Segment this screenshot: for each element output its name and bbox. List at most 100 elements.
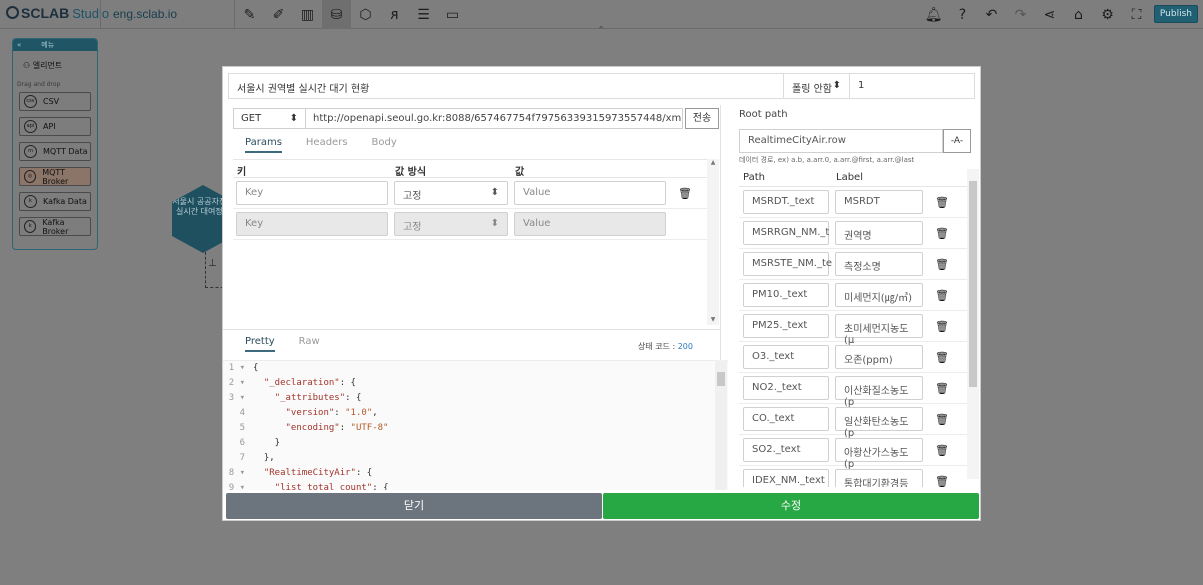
path-row: PM10._text 미세먼지(㎍/㎥) 🗑︎ <box>739 280 967 311</box>
palette-item-api[interactable]: api API <box>19 117 91 136</box>
palette-header: «메뉴 <box>13 39 97 51</box>
card-icon[interactable]: ▭ <box>438 0 467 29</box>
trash-icon[interactable]: 🗑︎ <box>935 351 949 364</box>
trash-icon[interactable]: 🗑︎ <box>935 258 949 271</box>
path-input[interactable]: MSRSTE_NM._te <box>743 252 832 276</box>
database-icon[interactable]: ⛁ <box>322 0 351 29</box>
map-icon[interactable]: ▥ <box>293 0 322 29</box>
param-key-input[interactable]: Key <box>236 212 388 236</box>
label-input[interactable]: 아황산가스농도(p <box>835 438 923 470</box>
scroll-up-icon[interactable]: ▲ <box>707 159 719 166</box>
select-arrow-icon: ⬍ <box>490 187 499 198</box>
modal-title-input[interactable]: 서울시 권역별 실시간 대기 현황 <box>229 74 783 98</box>
trash-icon[interactable]: 🗑︎ <box>935 320 949 333</box>
label-input[interactable]: 미세먼지(㎍/㎥) <box>835 283 923 307</box>
param-value-input[interactable]: Value <box>514 212 666 236</box>
col-value: 값 <box>515 167 525 178</box>
scroll-thumb[interactable] <box>717 372 725 386</box>
tab-body[interactable]: Body <box>372 137 397 153</box>
trash-icon[interactable]: 🗑︎ <box>678 187 692 200</box>
note-icon[interactable]: ✐ <box>264 0 293 29</box>
path-input[interactable]: IDEX_NM._text <box>743 469 829 487</box>
path-input[interactable]: MSRDT._text <box>743 190 829 214</box>
tab-params[interactable]: Params <box>245 137 282 153</box>
help-icon[interactable]: ? <box>948 0 977 29</box>
kafka-broker-icon: k <box>24 220 37 233</box>
params-scrollbar[interactable]: ▲ ▼ <box>707 159 719 325</box>
fullscreen-icon[interactable]: ⛶ <box>1122 0 1151 29</box>
path-input[interactable]: NO2._text <box>743 376 829 400</box>
trash-icon[interactable]: 🗑︎ <box>935 289 949 302</box>
trash-icon[interactable]: 🗑︎ <box>935 475 949 488</box>
redo-icon[interactable]: ↷ <box>1006 0 1035 29</box>
label-input[interactable]: 권역명 <box>835 221 923 245</box>
send-button[interactable]: 전송 <box>685 108 719 129</box>
modal-header: 서울시 권역별 실시간 대기 현황 폴링 안함 ⬍ 1 <box>228 73 975 99</box>
mqtt-icon: m <box>24 145 37 158</box>
path-row: NO2._text 이산화질소농도(p 🗑︎ <box>739 373 967 408</box>
method-select[interactable]: GET ⬍ <box>233 108 306 129</box>
label-input[interactable]: 초미세먼지농도(μ <box>835 314 923 346</box>
code-scrollbar[interactable] <box>715 360 727 490</box>
bell-icon[interactable]: 🔔︎ <box>919 0 948 29</box>
response-panel: Pretty Raw 상태 코드 : 200 1 ▾{ 2 ▾ "_declar… <box>223 329 728 490</box>
undo-icon[interactable]: ↶ <box>977 0 1006 29</box>
collapse-icon[interactable]: « <box>17 41 21 49</box>
label-input[interactable]: 측정소명 <box>835 252 923 276</box>
trash-icon[interactable]: 🗑︎ <box>935 196 949 209</box>
trash-icon[interactable]: 🗑︎ <box>935 227 949 240</box>
palette-item-mqtt-data[interactable]: m MQTT Data <box>19 142 91 161</box>
palette-item-mqtt-broker[interactable]: ◎ MQTT Broker <box>19 167 91 186</box>
palette-item-csv[interactable]: csv CSV <box>19 92 91 111</box>
trash-icon[interactable]: 🗑︎ <box>935 382 949 395</box>
scroll-down-icon[interactable]: ▼ <box>707 316 719 323</box>
path-input[interactable]: CO._text <box>743 407 829 431</box>
close-button[interactable]: 닫기 <box>226 493 602 519</box>
path-row: CO._text 일산화탄소농도(p 🗑︎ <box>739 404 967 439</box>
edit-button[interactable]: 수정 <box>603 493 979 519</box>
root-path-button[interactable]: -A- <box>943 129 971 153</box>
users-icon[interactable]: ᴙ <box>380 0 409 29</box>
tab-raw[interactable]: Raw <box>299 336 320 352</box>
url-input[interactable]: http://openapi.seoul.go.kr:8088/65746775… <box>306 108 683 129</box>
path-list-scrollbar[interactable] <box>967 169 979 479</box>
root-path-input[interactable]: RealtimeCityAir.row <box>739 129 943 153</box>
label-input[interactable]: 이산화질소농도(p <box>835 376 923 408</box>
path-input[interactable]: PM25._text <box>743 314 829 338</box>
edit-icon[interactable]: ✎ <box>235 0 264 29</box>
label-input[interactable]: 통합대기환경등급 <box>835 469 923 487</box>
api-icon: api <box>24 120 37 133</box>
share-icon[interactable]: ⋖ <box>1035 0 1064 29</box>
palette-item-kafka-broker[interactable]: k Kafka Broker <box>19 217 91 236</box>
palette-item-kafka-data[interactable]: k Kafka Data <box>19 192 91 211</box>
label-input[interactable]: MSRDT <box>835 190 923 214</box>
root-path-hint: 데이터 경로, ex) a.b, a.arr.0, a.arr.@first, … <box>739 156 915 164</box>
broker-icon: ◎ <box>24 170 37 183</box>
panel-toggle-handle[interactable]: ⌃ <box>570 26 632 34</box>
polling-value-input[interactable]: 1 <box>849 74 974 98</box>
path-input[interactable]: O3._text <box>743 345 829 369</box>
polling-select[interactable]: 폴링 안함 ⬍ <box>783 74 849 98</box>
label-input[interactable]: 일산화탄소농도(p <box>835 407 923 439</box>
param-mode-select[interactable]: 고정 ⬍ <box>394 181 508 205</box>
gear-icon[interactable]: ⚙ <box>1093 0 1122 29</box>
package-icon[interactable]: ⬡ <box>351 0 380 29</box>
list-icon[interactable]: ☰ <box>409 0 438 29</box>
publish-button[interactable]: Publish <box>1153 5 1198 23</box>
tab-pretty[interactable]: Pretty <box>245 336 275 352</box>
path-row: MSRSTE_NM._te 측정소명 🗑︎ <box>739 249 967 280</box>
param-value-input[interactable]: Value <box>514 181 666 205</box>
trash-icon[interactable]: 🗑︎ <box>935 413 949 426</box>
path-input[interactable]: SO2._text <box>743 438 829 462</box>
response-code-view[interactable]: 1 ▾{ 2 ▾ "_declaration": { 3 ▾ "_attribu… <box>223 360 728 490</box>
path-input[interactable]: MSRRGN_NM._t <box>743 221 829 245</box>
domain-label[interactable]: eng.sclab.io <box>100 0 235 29</box>
param-key-input[interactable]: Key <box>236 181 388 205</box>
unlock-icon[interactable]: ⌂ <box>1064 0 1093 29</box>
path-input[interactable]: PM10._text <box>743 283 829 307</box>
param-mode-select[interactable]: 고정 ⬍ <box>394 212 508 236</box>
trash-icon[interactable]: 🗑︎ <box>935 444 949 457</box>
label-input[interactable]: 오존(ppm) <box>835 345 923 369</box>
tab-headers[interactable]: Headers <box>306 137 348 153</box>
scroll-thumb[interactable] <box>969 181 977 387</box>
